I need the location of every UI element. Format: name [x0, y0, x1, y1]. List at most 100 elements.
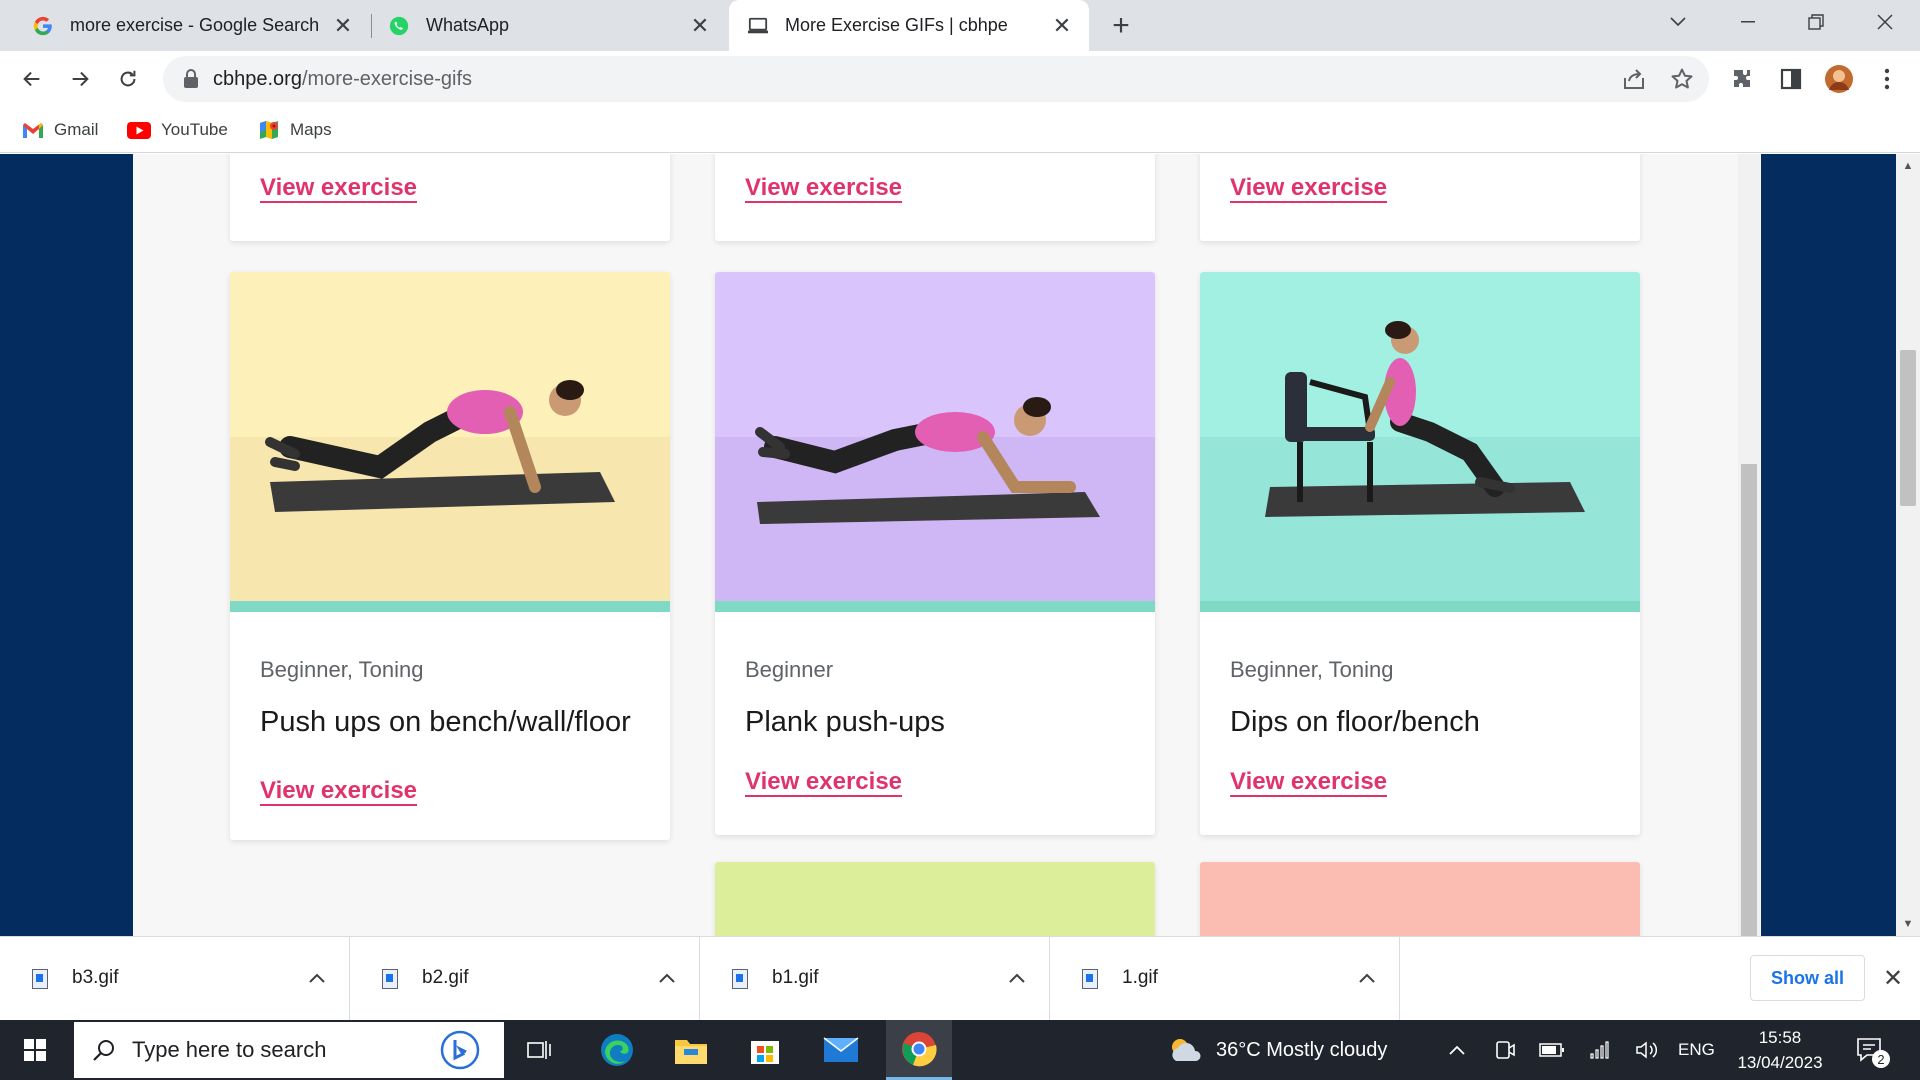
side-panel-icon[interactable]: [1777, 65, 1805, 93]
show-all-button[interactable]: Show all: [1750, 955, 1865, 1001]
menu-kebab-icon[interactable]: [1873, 65, 1901, 93]
chevron-up-icon[interactable]: [302, 963, 332, 993]
exercise-card: View exercise: [230, 154, 670, 241]
scroll-down-icon[interactable]: ▼: [1896, 914, 1920, 934]
download-shelf: b3.gif b2.gif b1.gif 1.gif Show all ✕: [0, 936, 1920, 1021]
chevron-up-icon[interactable]: [1352, 963, 1382, 993]
weather-text[interactable]: 36°C Mostly cloudy: [1216, 1020, 1387, 1080]
meet-now-icon[interactable]: [1488, 1020, 1522, 1080]
wifi-icon[interactable]: [1584, 1020, 1618, 1080]
exercise-gif[interactable]: [715, 272, 1155, 612]
bookmark-maps[interactable]: Maps: [258, 115, 332, 145]
view-exercise-link[interactable]: View exercise: [1230, 768, 1387, 796]
bookmark-youtube[interactable]: YouTube: [127, 115, 228, 145]
tab-title: WhatsApp: [426, 15, 510, 35]
view-exercise-link[interactable]: View exercise: [1230, 174, 1387, 202]
bookmarks-bar: Gmail YouTube Maps: [0, 107, 1920, 153]
windows-start-icon[interactable]: [0, 1020, 70, 1080]
exercise-card-push-ups[interactable]: Beginner, Toning Push ups on bench/wall/…: [230, 272, 670, 840]
tab-search-icon[interactable]: [1648, 0, 1708, 44]
close-tab-icon[interactable]: ✕: [685, 11, 715, 41]
exercise-title: Push ups on bench/wall/floor: [260, 706, 631, 738]
chevron-up-icon[interactable]: [1440, 1020, 1474, 1080]
tab-title: More Exercise GIFs | cbhpe: [785, 15, 1008, 35]
scrollbar-thumb[interactable]: [1900, 350, 1916, 506]
image-file-icon: [32, 969, 48, 989]
image-file-icon: [382, 969, 398, 989]
extensions-icon[interactable]: [1729, 65, 1757, 93]
file-explorer-icon[interactable]: [660, 1020, 722, 1080]
download-item[interactable]: 1.gif: [1050, 937, 1400, 1021]
exercise-title: Dips on floor/bench: [1230, 706, 1480, 738]
bookmark-label: Maps: [290, 120, 332, 139]
download-item[interactable]: b3.gif: [0, 937, 350, 1021]
close-tab-icon[interactable]: ✕: [1047, 11, 1077, 41]
chrome-taskbar-icon[interactable]: [886, 1020, 952, 1080]
restore-icon[interactable]: [1786, 0, 1846, 44]
view-exercise-link[interactable]: View exercise: [260, 174, 417, 202]
view-exercise-link[interactable]: View exercise: [260, 777, 417, 805]
volume-icon[interactable]: [1630, 1020, 1664, 1080]
battery-icon[interactable]: [1535, 1020, 1569, 1080]
microsoft-store-icon[interactable]: [734, 1020, 796, 1080]
exercise-card-plank-push-ups[interactable]: Beginner Plank push-ups View exercise: [715, 272, 1155, 835]
notification-badge: 2: [1872, 1050, 1890, 1068]
tab-whatsapp[interactable]: WhatsApp ✕: [372, 0, 727, 51]
exercise-card[interactable]: [715, 862, 1155, 936]
page-content: View exercise View exercise View exercis…: [133, 154, 1761, 936]
back-icon[interactable]: [13, 60, 51, 98]
download-item[interactable]: b1.gif: [700, 937, 1050, 1021]
scrollbar-thumb[interactable]: [1741, 464, 1757, 936]
language-indicator[interactable]: ENG: [1678, 1020, 1715, 1080]
download-filename: b2.gif: [422, 967, 469, 988]
tab-more-exercise-gifs[interactable]: More Exercise GIFs | cbhpe ✕: [729, 0, 1089, 51]
exercise-gif[interactable]: [230, 272, 670, 612]
reload-icon[interactable]: [109, 60, 147, 98]
youtube-icon: [127, 121, 151, 139]
tab-google-search[interactable]: more exercise - Google Search ✕: [0, 0, 370, 51]
profile-avatar[interactable]: [1823, 63, 1855, 95]
push-up-figure: [265, 380, 615, 512]
chevron-up-icon[interactable]: [1002, 963, 1032, 993]
bookmark-label: Gmail: [54, 120, 99, 139]
browser-toolbar: cbhpe.org/more-exercise-gifs: [0, 51, 1920, 107]
download-item[interactable]: b2.gif: [350, 937, 700, 1021]
mail-icon[interactable]: [810, 1020, 872, 1080]
bing-icon[interactable]: [439, 1030, 481, 1070]
share-icon[interactable]: [1620, 65, 1648, 93]
download-filename: b1.gif: [772, 967, 819, 988]
task-view-icon[interactable]: [512, 1020, 568, 1080]
clock-date: 13/04/2023: [1737, 1053, 1823, 1072]
laptop-icon: [747, 15, 769, 37]
scroll-up-icon[interactable]: ▲: [1896, 156, 1920, 176]
address-bar[interactable]: cbhpe.org/more-exercise-gifs: [163, 56, 1709, 102]
bookmark-gmail[interactable]: Gmail: [22, 115, 98, 145]
notification-icon[interactable]: 2: [1850, 1020, 1890, 1080]
close-tab-icon[interactable]: ✕: [328, 11, 358, 41]
maps-icon: [258, 119, 280, 141]
exercise-card-dips[interactable]: Beginner, Toning Dips on floor/bench Vie…: [1200, 272, 1640, 835]
view-exercise-link[interactable]: View exercise: [745, 768, 902, 796]
close-shelf-icon[interactable]: ✕: [1878, 963, 1908, 993]
page-scrollbar[interactable]: ▲ ▼: [1896, 154, 1920, 936]
view-exercise-link[interactable]: View exercise: [745, 174, 902, 202]
edge-icon[interactable]: [586, 1020, 648, 1080]
forward-icon[interactable]: [61, 60, 99, 98]
bookmark-star-icon[interactable]: [1668, 65, 1696, 93]
clock[interactable]: 15:58 13/04/2023: [1725, 1025, 1835, 1075]
lock-icon[interactable]: [183, 69, 199, 94]
image-file-icon: [1082, 969, 1098, 989]
exercise-gif[interactable]: [1200, 272, 1640, 612]
chevron-up-icon[interactable]: [652, 963, 682, 993]
page-viewport: View exercise View exercise View exercis…: [0, 154, 1920, 936]
content-scrollbar[interactable]: [1738, 154, 1760, 936]
weather-cloudy-icon[interactable]: [1162, 1020, 1210, 1080]
close-window-icon[interactable]: [1855, 0, 1915, 44]
new-tab-button[interactable]: +: [1103, 9, 1139, 42]
dips-figure: [1265, 321, 1585, 517]
exercise-card[interactable]: [1200, 862, 1640, 936]
minimize-icon[interactable]: [1718, 0, 1778, 44]
windows-taskbar: Type here to search 36°C Mostly cloudy E…: [0, 1020, 1920, 1080]
taskbar-search-input[interactable]: Type here to search: [74, 1022, 504, 1078]
exercise-tags: Beginner, Toning: [1230, 657, 1394, 682]
